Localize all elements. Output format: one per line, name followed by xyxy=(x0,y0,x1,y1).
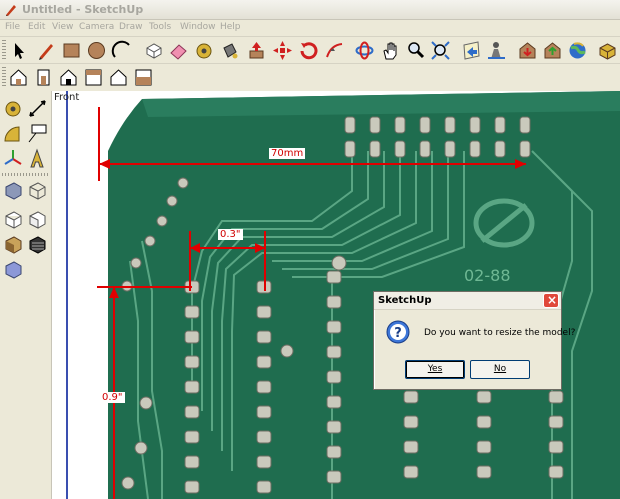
push-pull-icon[interactable] xyxy=(245,39,268,62)
menu-file[interactable]: File xyxy=(5,22,20,32)
xray-style-icon[interactable] xyxy=(2,179,25,202)
dialog-close-button[interactable]: × xyxy=(543,293,559,308)
shaded-textures-style-icon[interactable] xyxy=(2,233,25,256)
menu-bar: File Edit View Camera Draw Tools Window … xyxy=(0,20,620,37)
shaded-style-icon[interactable] xyxy=(26,208,49,231)
front-view-icon[interactable] xyxy=(32,66,55,89)
components-icon[interactable] xyxy=(596,39,619,62)
rectangle-icon[interactable] xyxy=(60,39,83,62)
yes-button[interactable]: Yes xyxy=(405,360,465,379)
dimension-70mm-label[interactable]: 70mm xyxy=(269,148,306,159)
menu-window[interactable]: Window xyxy=(180,22,216,32)
dialog-title-bar[interactable]: SketchUp × xyxy=(374,292,561,310)
pan-icon[interactable] xyxy=(379,39,402,62)
palette-grip[interactable] xyxy=(2,173,48,176)
left-view-icon[interactable] xyxy=(132,66,155,89)
tape-measure-icon[interactable] xyxy=(193,39,216,62)
dialog-message: Do you want to resize the model? xyxy=(424,328,576,338)
window-title: Untitled - SketchUp xyxy=(22,3,144,16)
sketchup-app-icon[interactable] xyxy=(4,3,18,17)
resize-model-dialog: SketchUp × ? Do you want to resize the m… xyxy=(373,291,575,390)
monochrome-style-icon[interactable] xyxy=(26,233,49,256)
protractor-icon[interactable] xyxy=(2,122,25,145)
eraser-icon[interactable] xyxy=(167,39,190,62)
right-view-icon[interactable] xyxy=(107,66,130,89)
tool-palette xyxy=(0,91,52,499)
question-icon: ? xyxy=(386,320,410,344)
yes-button-label: Yes xyxy=(427,364,443,374)
view-name-label: Front xyxy=(54,92,80,103)
iso-view-icon[interactable] xyxy=(7,66,30,89)
text-tool-icon[interactable] xyxy=(26,122,49,145)
no-button[interactable]: No xyxy=(470,360,530,379)
paint-bucket-icon[interactable] xyxy=(218,39,241,62)
share-model-icon[interactable] xyxy=(541,39,564,62)
orbit-icon[interactable] xyxy=(353,39,376,62)
move-icon[interactable] xyxy=(271,39,294,62)
circle-icon[interactable] xyxy=(85,39,108,62)
menu-draw[interactable]: Draw xyxy=(119,22,143,32)
dimension-pitch-label[interactable]: 0.3" xyxy=(218,229,243,240)
top-view-icon[interactable] xyxy=(82,66,105,89)
svg-text:?: ? xyxy=(394,326,402,341)
zoom-icon[interactable] xyxy=(404,39,427,62)
title-bar: Untitled - SketchUp xyxy=(0,0,620,20)
rotate-icon[interactable] xyxy=(297,39,320,62)
follow-me-icon[interactable] xyxy=(323,39,346,62)
menu-tools[interactable]: Tools xyxy=(149,22,171,32)
menu-edit[interactable]: Edit xyxy=(28,22,45,32)
dimension-icon[interactable] xyxy=(26,97,49,120)
dialog-title: SketchUp xyxy=(378,295,432,306)
pencil-icon[interactable] xyxy=(35,39,58,62)
toolbar-grip[interactable] xyxy=(2,40,6,61)
get-models-icon[interactable] xyxy=(516,39,539,62)
menu-help[interactable]: Help xyxy=(220,22,241,32)
menu-view[interactable]: View xyxy=(52,22,73,32)
zoom-extents-icon[interactable] xyxy=(429,39,452,62)
3d-text-icon[interactable] xyxy=(26,147,49,170)
back-view-icon[interactable] xyxy=(57,66,80,89)
dimension-height-label[interactable]: 0.9" xyxy=(100,392,125,403)
svg-text:02-88: 02-88 xyxy=(464,266,511,285)
wireframe-style-icon[interactable] xyxy=(26,179,49,202)
position-camera-icon[interactable] xyxy=(485,39,508,62)
google-earth-icon[interactable] xyxy=(566,39,589,62)
no-button-label: No xyxy=(493,364,507,374)
select-tool-icon[interactable] xyxy=(7,39,30,62)
previous-view-icon[interactable] xyxy=(460,39,483,62)
box-style-icon[interactable] xyxy=(2,258,25,281)
main-toolbar xyxy=(0,37,620,64)
tape-measure-icon[interactable] xyxy=(2,97,25,120)
menu-camera[interactable]: Camera xyxy=(79,22,114,32)
views-toolbar xyxy=(0,64,164,91)
close-icon: × xyxy=(547,293,558,307)
toolbar-grip[interactable] xyxy=(2,67,6,88)
axes-icon[interactable] xyxy=(2,147,25,170)
arc-icon[interactable] xyxy=(110,39,133,62)
component-icon[interactable] xyxy=(142,39,165,62)
hidden-line-style-icon[interactable] xyxy=(2,208,25,231)
